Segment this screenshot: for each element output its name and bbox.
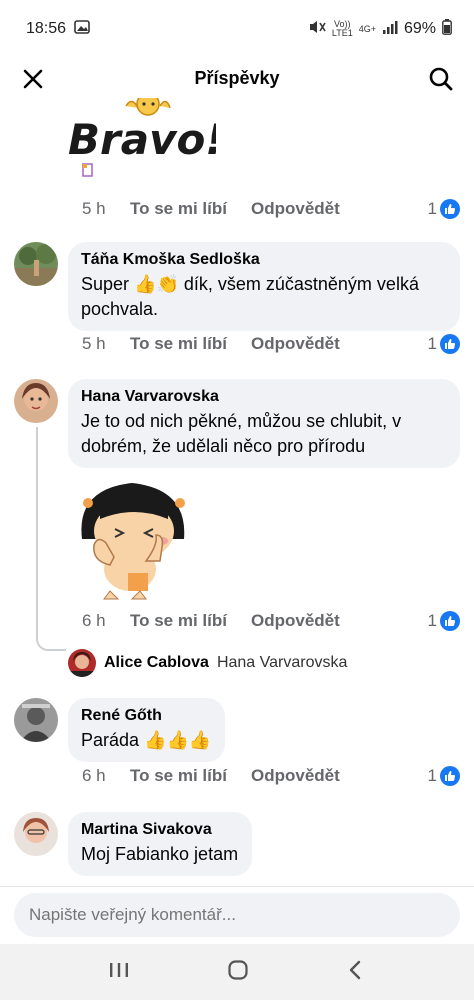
recent-apps-icon	[110, 962, 129, 977]
page-title: Příspěvky	[194, 67, 280, 88]
like-button[interactable]: To se mi líbí	[130, 611, 227, 631]
comment-author[interactable]: Hana Varvarovska	[81, 387, 446, 407]
comment-bubble[interactable]: Hana Varvarovska Je to od nich pěkné, mů…	[68, 379, 460, 468]
comment-text: Je to od nich pěkné, můžou se chlubit, v…	[81, 411, 402, 456]
avatar[interactable]	[14, 698, 58, 742]
reply-preview[interactable]: Alice Cablova Hana Varvarovska	[68, 649, 347, 677]
reaction-count[interactable]: 1	[428, 197, 460, 221]
reply-button[interactable]: Odpovědět	[251, 199, 340, 219]
reaction-number: 1	[427, 334, 437, 353]
reply-button[interactable]: Odpovědět	[251, 766, 340, 786]
comment-item: Táňa Kmoška Sedloška Super 👍👏 dík, všem …	[0, 242, 474, 362]
search-button[interactable]	[426, 64, 456, 94]
battery-icon	[442, 18, 452, 40]
gallery-icon	[74, 19, 90, 39]
thumbs-up-icon	[440, 611, 460, 631]
network-indicator: 4G+	[358, 23, 376, 34]
comment-bubble[interactable]: René Gőth Paráda 👍👍👍	[68, 698, 226, 762]
comment-composer	[0, 886, 474, 944]
clock: 18:56	[26, 20, 67, 37]
app-header: Příspěvky	[0, 58, 474, 98]
comment-actions: 5 h To se mi líbí Odpovědět	[82, 332, 340, 356]
avatar[interactable]	[14, 242, 58, 286]
close-icon	[23, 69, 43, 89]
avatar[interactable]	[14, 812, 58, 856]
thread-line	[36, 427, 38, 637]
svg-text:Bravo!: Bravo!	[68, 115, 216, 164]
comment-actions: 5 h To se mi líbí Odpovědět	[82, 197, 340, 221]
comment-item: Bravo! 5 h To se mi líbí Odpovědět 1	[0, 98, 474, 230]
comment-item: Hana Varvarovska Je to od nich pěkné, mů…	[0, 379, 474, 679]
like-button[interactable]: To se mi líbí	[130, 334, 227, 354]
close-button[interactable]	[18, 64, 48, 94]
reply-text: Hana Varvarovska	[216, 654, 348, 671]
thumbs-up-girl-sticker[interactable]	[70, 469, 202, 601]
bravo-sticker[interactable]: Bravo!	[66, 98, 224, 182]
battery-level: 69%	[403, 20, 436, 37]
comment-text: Paráda 👍👍👍	[81, 730, 212, 750]
reaction-count[interactable]: 1	[428, 764, 460, 788]
reply-button[interactable]: Odpovědět	[251, 334, 340, 354]
comment-author[interactable]: Táňa Kmoška Sedloška	[81, 250, 446, 270]
reply-button[interactable]: Odpovědět	[251, 611, 340, 631]
home-button[interactable]	[227, 959, 249, 986]
comment-time: 5 h	[82, 334, 106, 353]
reaction-count[interactable]: 1	[428, 332, 460, 356]
thumbs-up-icon	[440, 199, 460, 219]
reaction-count[interactable]: 1	[428, 609, 460, 633]
reaction-number: 1	[427, 611, 437, 630]
like-button[interactable]: To se mi líbí	[130, 199, 227, 219]
home-icon	[228, 959, 248, 980]
android-nav-bar	[0, 944, 474, 1000]
status-bar: 18:56 Vo)) LTE1 4G+ 69%	[0, 0, 474, 58]
comment-text: Moj Fabianko jetam	[81, 844, 239, 864]
thumbs-up-icon	[440, 766, 460, 786]
comment-text: Super 👍👏 dík, všem zúčastněným velká poc…	[81, 274, 419, 319]
back-button[interactable]	[346, 959, 366, 986]
thumbs-up-icon	[440, 334, 460, 354]
reply-avatar	[68, 649, 96, 677]
mute-icon	[308, 19, 326, 40]
comment-bubble[interactable]: Martina Sivakova Moj Fabianko jetam	[68, 812, 253, 876]
comment-time: 5 h	[82, 199, 106, 218]
comment-time: 6 h	[82, 766, 106, 785]
comment-item: Martina Sivakova Moj Fabianko jetam	[0, 812, 474, 886]
signal-icon	[382, 20, 398, 39]
reaction-number: 1	[427, 766, 437, 785]
volte-indicator: Vo)) LTE1	[331, 19, 353, 38]
search-icon	[429, 67, 453, 91]
reply-author: Alice Cablova	[104, 654, 209, 671]
comment-bubble[interactable]: Táňa Kmoška Sedloška Super 👍👏 dík, všem …	[68, 242, 460, 331]
comment-actions: 6 h To se mi líbí Odpovědět	[82, 609, 340, 633]
comment-input[interactable]	[14, 893, 460, 937]
comment-time: 6 h	[82, 611, 106, 630]
avatar[interactable]	[14, 379, 58, 423]
comment-author[interactable]: Martina Sivakova	[81, 820, 238, 840]
comment-item: René Gőth Paráda 👍👍👍 6 h To se mi líbí O…	[0, 698, 474, 798]
back-icon	[349, 960, 360, 979]
thread-connector	[36, 637, 66, 651]
comment-author[interactable]: René Gőth	[81, 706, 211, 726]
comments-feed[interactable]: Bravo! 5 h To se mi líbí Odpovědět 1 Táň…	[0, 98, 474, 886]
comment-actions: 6 h To se mi líbí Odpovědět	[82, 764, 340, 788]
reaction-number: 1	[427, 199, 437, 218]
recent-apps-button[interactable]	[108, 960, 130, 985]
like-button[interactable]: To se mi líbí	[130, 766, 227, 786]
